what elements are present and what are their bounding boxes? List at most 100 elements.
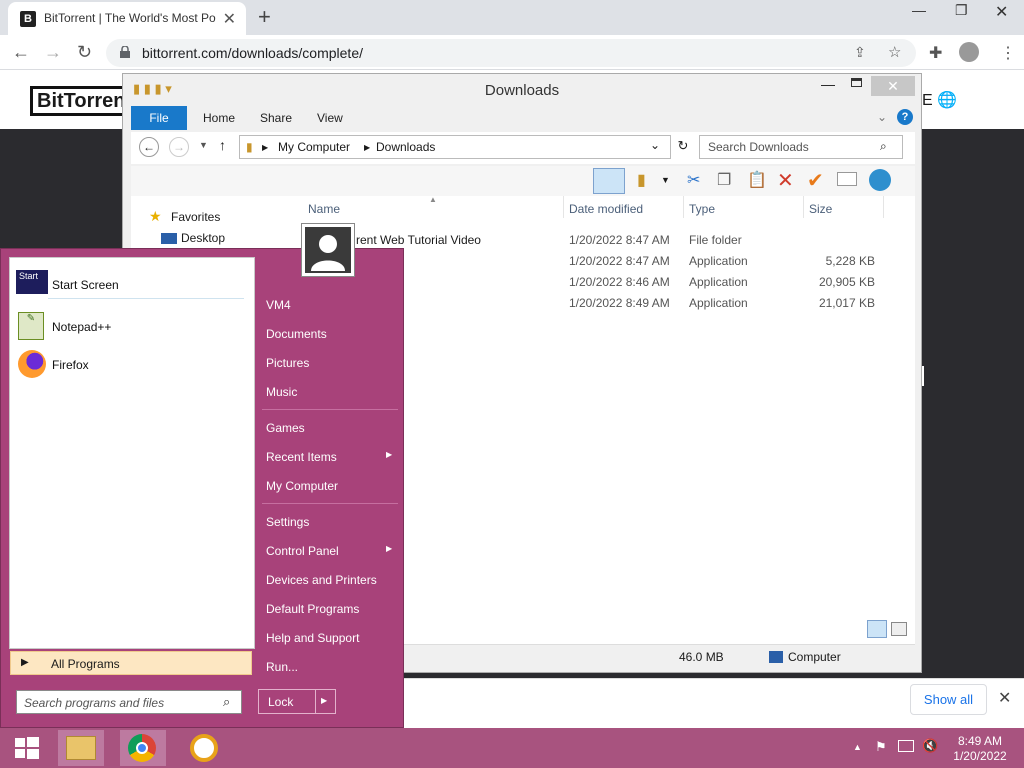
ribbon-tab-view[interactable]: View	[303, 106, 357, 130]
place-devices-printers[interactable]: Devices and Printers	[266, 573, 377, 587]
explorer-forward-icon[interactable]: →	[169, 137, 189, 157]
bookmark-star-icon[interactable]: ☆	[888, 43, 901, 61]
start-search-input[interactable]: Search programs and files ⌕	[16, 690, 242, 714]
cut-icon[interactable]: ✂	[687, 170, 700, 190]
programs-divider	[48, 298, 244, 299]
place-vm4[interactable]: VM4	[266, 298, 291, 312]
places-divider	[262, 503, 398, 504]
place-settings[interactable]: Settings	[266, 515, 309, 529]
taskbar-chrome[interactable]	[120, 730, 166, 766]
column-date-modified[interactable]: Date modified	[569, 202, 643, 216]
up-folder-icon[interactable]: ↑	[219, 137, 226, 153]
start-search-icon: ⌕	[223, 694, 231, 709]
start-search-placeholder: Search programs and files	[24, 696, 165, 710]
explorer-search-input[interactable]: Search Downloads ⌕	[699, 135, 903, 159]
taskbar-bittorrent[interactable]	[182, 730, 228, 766]
ribbon-tab-home[interactable]: Home	[189, 106, 249, 130]
windows-logo-icon	[15, 737, 39, 759]
minimize-icon[interactable]: —	[912, 2, 926, 18]
program-firefox[interactable]: Firefox	[14, 348, 252, 384]
paste-icon[interactable]: 📋	[747, 170, 767, 190]
copy-icon[interactable]: ❐	[717, 170, 731, 190]
browser-tab[interactable]: B BitTorrent | The World's Most Po ✕	[8, 2, 246, 35]
taskbar-file-explorer[interactable]	[58, 730, 104, 766]
recent-items-label: Recent Items	[266, 450, 337, 464]
address-bar[interactable]: bittorrent.com/downloads/complete/ ⇪ ☆	[106, 39, 916, 67]
large-icons-view-icon[interactable]	[891, 622, 907, 636]
reload-icon[interactable]: ↻	[77, 42, 92, 63]
submenu-arrow-icon: ▶	[386, 544, 393, 553]
url-text: bittorrent.com/downloads/complete/	[142, 45, 363, 61]
lock-options-arrow-icon[interactable]: ▶	[321, 696, 327, 705]
address-dropdown-icon[interactable]: ⌄	[650, 138, 660, 152]
globe-network-icon[interactable]	[869, 169, 891, 191]
column-name[interactable]: Name	[308, 202, 340, 216]
start-screen-icon: Start	[16, 270, 48, 294]
breadcrumb-chevron-icon: ▶	[364, 143, 371, 152]
rename-icon[interactable]	[837, 172, 857, 186]
explorer-close-button[interactable]: ✕	[871, 76, 915, 96]
network-icon[interactable]	[898, 740, 914, 752]
new-tab-button[interactable]: +	[258, 4, 271, 30]
start-menu-programs: Start Start Screen ✎ Notepad++ Firefox	[9, 257, 255, 649]
options-dropdown-icon[interactable]: ▼	[661, 175, 670, 185]
explorer-minimize-icon[interactable]: —	[821, 76, 835, 92]
user-avatar[interactable]	[301, 223, 355, 277]
restore-icon[interactable]: ❐	[955, 2, 968, 19]
nav-favorites[interactable]: Favorites	[171, 210, 220, 224]
tray-overflow-icon[interactable]: ▲	[853, 742, 862, 752]
bittorrent-logo[interactable]: BitTorrent	[30, 86, 126, 116]
profile-avatar-icon[interactable]	[959, 42, 979, 62]
back-icon[interactable]: ←	[12, 42, 30, 63]
all-programs-button[interactable]: ▶ All Programs	[10, 651, 252, 675]
folder-options-icon[interactable]: ▮	[637, 170, 646, 190]
file-date: 1/20/2022 8:46 AM	[569, 275, 670, 289]
start-button[interactable]	[4, 730, 50, 766]
place-documents[interactable]: Documents	[266, 327, 327, 341]
place-run[interactable]: Run...	[266, 660, 298, 674]
preview-pane-icon[interactable]	[593, 168, 625, 194]
show-all-button[interactable]: Show all	[910, 684, 987, 715]
volume-muted-icon[interactable]: 🔇	[922, 738, 938, 754]
action-center-flag-icon[interactable]: ⚑	[875, 739, 887, 755]
menu-dots-icon[interactable]: ⋮	[1000, 43, 1016, 63]
place-help-support[interactable]: Help and Support	[266, 631, 359, 645]
window-close-icon[interactable]: ✕	[995, 2, 1008, 22]
refresh-icon[interactable]: ↻	[671, 138, 695, 158]
recent-locations-icon[interactable]: ▼	[199, 140, 208, 150]
place-control-panel[interactable]: Control Panel ▶	[266, 544, 400, 558]
place-default-programs[interactable]: Default Programs	[266, 602, 359, 616]
explorer-back-icon[interactable]: ←	[139, 137, 159, 157]
tab-close-icon[interactable]: ✕	[223, 9, 236, 29]
ribbon-expand-icon[interactable]: ⌄	[877, 110, 887, 124]
place-music[interactable]: Music	[266, 385, 297, 399]
column-size[interactable]: Size	[809, 202, 832, 216]
details-view-icon[interactable]	[867, 620, 887, 638]
delete-icon[interactable]: ✕	[777, 168, 794, 193]
download-bar-close-icon[interactable]: ✕	[998, 688, 1011, 708]
taskbar-clock[interactable]: 8:49 AM 1/20/2022	[948, 734, 1012, 764]
language-letter: E	[922, 92, 933, 109]
ribbon-tab-share[interactable]: Share	[246, 106, 306, 130]
forward-icon[interactable]: →	[44, 42, 62, 63]
ribbon-tab-file[interactable]: File	[131, 106, 187, 130]
share-icon[interactable]: ⇪	[854, 44, 866, 61]
explorer-address-box[interactable]: ▮ ▶ My Computer ▶ Downloads ⌄	[239, 135, 671, 159]
place-recent-items[interactable]: Recent Items ▶	[266, 450, 400, 464]
place-pictures[interactable]: Pictures	[266, 356, 309, 370]
column-type[interactable]: Type	[689, 202, 715, 216]
place-my-computer[interactable]: My Computer	[266, 479, 338, 493]
file-date: 1/20/2022 8:49 AM	[569, 296, 670, 310]
explorer-maximize-icon[interactable]	[851, 78, 862, 87]
lock-button[interactable]: Lock ▶	[258, 689, 336, 714]
extensions-icon[interactable]: ✚	[929, 43, 942, 63]
help-icon[interactable]: ?	[897, 109, 913, 125]
language-label[interactable]: E 🌐	[922, 90, 957, 110]
browser-toolbar: ← → ↻ bittorrent.com/downloads/complete/…	[0, 35, 1024, 70]
breadcrumb-downloads[interactable]: Downloads	[376, 140, 435, 154]
place-games[interactable]: Games	[266, 421, 305, 435]
breadcrumb-my-computer[interactable]: My Computer	[278, 140, 350, 154]
lock-icon	[120, 46, 130, 58]
program-notepadpp[interactable]: ✎ Notepad++	[14, 310, 252, 346]
properties-check-icon[interactable]: ✔	[807, 168, 824, 193]
